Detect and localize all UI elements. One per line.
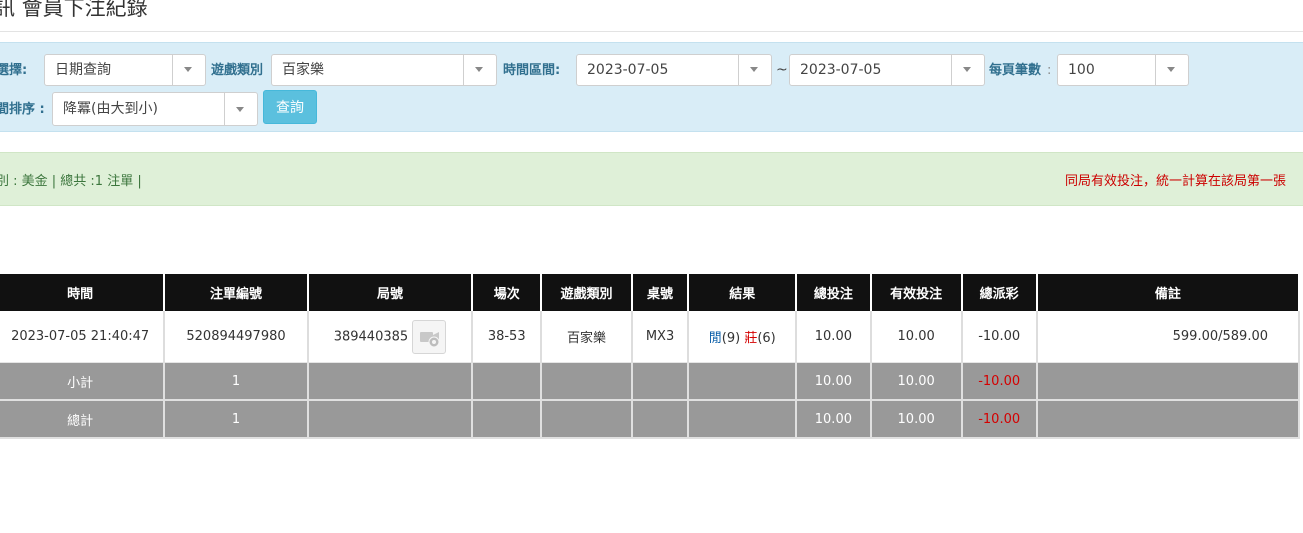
sort-order-dropdown[interactable]	[224, 93, 257, 125]
subtotal-empty-cell	[1036, 362, 1301, 401]
sort-order-select[interactable]: 降冪(由大到小)	[52, 92, 258, 126]
page-title: 訊 會員下注紀錄	[0, 0, 148, 20]
grandtotal-row: 總計 1 10.00 10.00 -10.00	[0, 400, 1301, 439]
grandtotal-payout-value: -10.00	[978, 411, 1021, 427]
time-range-label: 時間區間:	[503, 63, 561, 78]
col-header-remark: 備註	[1036, 274, 1301, 311]
chevron-down-icon	[1167, 67, 1175, 72]
query-type-dropdown[interactable]	[172, 55, 205, 85]
subtotal-empty-cell	[688, 362, 798, 401]
grandtotal-valid-bet: 10.00	[870, 400, 963, 439]
subtotal-label: 小計	[0, 362, 166, 401]
game-type-dropdown[interactable]	[463, 55, 496, 85]
video-replay-icon	[420, 331, 440, 347]
table-row: 2023-07-05 21:40:47 520894497980 3894403…	[0, 311, 1301, 363]
cell-round-id: 389440385	[307, 311, 474, 363]
subtotal-empty-cell	[631, 362, 690, 401]
cell-session: 38-53	[472, 311, 543, 363]
subtotal-payout: -10.00	[961, 362, 1038, 401]
game-type-value: 百家樂	[282, 62, 324, 78]
subtotal-count: 1	[164, 362, 309, 401]
result-banker: 莊	[744, 331, 758, 346]
chevron-down-icon	[184, 67, 192, 72]
per-page-colon: :	[1047, 63, 1052, 78]
summary-text: 別 : 美金 | 總共 :1 注單 |	[0, 174, 142, 189]
col-header-time: 時間	[0, 274, 166, 311]
date-to-value: 2023-07-05	[800, 62, 882, 78]
col-header-payout: 總派彩	[961, 274, 1038, 311]
game-type-select[interactable]: 百家樂	[271, 54, 497, 86]
col-header-bet-id: 注單編號	[164, 274, 309, 311]
grandtotal-label: 總計	[0, 400, 166, 439]
result-banker-points: (6)	[757, 331, 776, 346]
cell-payout: -10.00	[961, 311, 1038, 363]
col-header-total-bet: 總投注	[796, 274, 872, 311]
cell-valid-bet: 10.00	[870, 311, 963, 363]
video-replay-button[interactable]	[412, 319, 447, 354]
grandtotal-payout: -10.00	[961, 400, 1038, 439]
subtotal-empty-cell	[541, 362, 633, 401]
subtotal-empty-cell	[472, 362, 543, 401]
title-divider	[0, 31, 1303, 32]
col-header-valid-bet: 有效投注	[870, 274, 963, 311]
subtotal-empty-cell	[307, 362, 474, 401]
date-to-dropdown[interactable]	[951, 55, 984, 85]
col-header-session: 場次	[472, 274, 543, 311]
chevron-down-icon	[236, 107, 244, 112]
date-from-dropdown[interactable]	[738, 55, 771, 85]
select-label: 選擇:	[0, 63, 28, 78]
round-id-text: 389440385	[333, 329, 409, 344]
table-header-row: 時間 注單編號 局號 場次 遊戲類別 桌號 結果 總投注 有效投注 總派彩 備註	[0, 274, 1301, 311]
cell-bet-id: 520894497980	[164, 311, 309, 363]
cell-result: 閒(9) 莊(6)	[688, 311, 798, 363]
bet-records-table: 時間 注單編號 局號 場次 遊戲類別 桌號 結果 總投注 有效投注 總派彩 備註…	[0, 274, 1301, 439]
per-page-select[interactable]: 100	[1057, 54, 1189, 86]
subtotal-valid-bet: 10.00	[870, 362, 963, 401]
query-button[interactable]: 查詢	[263, 90, 317, 124]
grandtotal-empty-cell	[631, 400, 690, 439]
sort-label: 間排序 :	[0, 102, 45, 117]
summary-bar: 別 : 美金 | 總共 :1 注單 | 同局有效投注，統一計算在該局第一張	[0, 152, 1303, 206]
cell-remark: 599.00/589.00	[1036, 311, 1301, 363]
date-to-select[interactable]: 2023-07-05	[789, 54, 985, 86]
subtotal-total-bet: 10.00	[796, 362, 872, 401]
grandtotal-empty-cell	[1036, 400, 1301, 439]
col-header-result: 結果	[688, 274, 798, 311]
cell-table-no: MX3	[631, 311, 690, 363]
sort-order-value: 降冪(由大到小)	[63, 101, 158, 117]
filter-panel: 選擇: 日期查詢 遊戲類別 百家樂 時間區間: 2023-07-05 ~ 202…	[0, 42, 1303, 132]
grandtotal-empty-cell	[307, 400, 474, 439]
range-separator: ~	[776, 62, 788, 78]
cell-game-type: 百家樂	[541, 311, 633, 363]
chevron-down-icon	[750, 67, 758, 72]
grandtotal-empty-cell	[688, 400, 798, 439]
query-type-value: 日期查詢	[55, 62, 111, 78]
subtotal-payout-value: -10.00	[978, 373, 1021, 389]
col-header-table-no: 桌號	[631, 274, 690, 311]
chevron-down-icon	[475, 67, 483, 72]
grandtotal-empty-cell	[472, 400, 543, 439]
date-from-value: 2023-07-05	[587, 62, 669, 78]
cell-total-bet: 10.00	[796, 311, 872, 363]
query-type-select[interactable]: 日期查詢	[44, 54, 206, 86]
result-player-points: (9)	[721, 331, 741, 346]
same-round-note: 同局有效投注，統一計算在該局第一張	[1065, 174, 1287, 189]
col-header-game-type: 遊戲類別	[541, 274, 633, 311]
subtotal-row: 小計 1 10.00 10.00 -10.00	[0, 362, 1301, 401]
grandtotal-count: 1	[164, 400, 309, 439]
per-page-value: 100	[1068, 62, 1095, 78]
per-page-label: 每頁筆數	[989, 63, 1042, 78]
per-page-dropdown[interactable]	[1155, 55, 1188, 85]
chevron-down-icon	[963, 67, 971, 72]
date-from-select[interactable]: 2023-07-05	[576, 54, 772, 86]
result-player: 閒	[708, 331, 722, 346]
grandtotal-total-bet: 10.00	[796, 400, 872, 439]
cell-time: 2023-07-05 21:40:47	[0, 311, 166, 363]
grandtotal-empty-cell	[541, 400, 633, 439]
game-type-label: 遊戲類別	[211, 63, 264, 78]
col-header-round-id: 局號	[307, 274, 474, 311]
